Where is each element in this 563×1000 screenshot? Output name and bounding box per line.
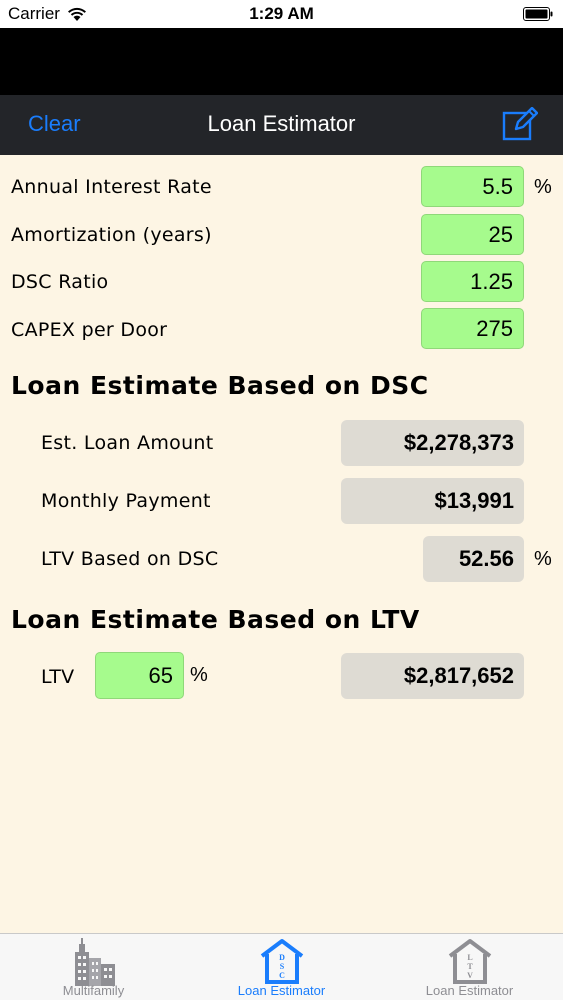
svg-text:C: C [279, 971, 285, 980]
svg-text:S: S [279, 962, 284, 971]
amortization-label: Amortization (years) [11, 224, 212, 246]
dsc-section-title: Loan Estimate Based on DSC [11, 371, 429, 400]
ltv-input[interactable]: 65 [95, 652, 184, 699]
tab-loan-estimator-dsc[interactable]: D S C Loan Estimator [188, 934, 375, 1000]
header-spacer [0, 28, 563, 95]
navigation-bar: Clear Loan Estimator [0, 95, 563, 155]
tab-bar: Multifamily D S C Loan Estimator L T V L… [0, 933, 563, 1000]
building-icon [74, 938, 115, 986]
capex-label: CAPEX per Door [11, 319, 168, 341]
amortization-input[interactable]: 25 [421, 214, 524, 255]
svg-text:T: T [467, 962, 473, 971]
tab-loan-estimator-ltv-label: Loan Estimator [425, 983, 514, 998]
compose-icon[interactable] [502, 107, 538, 141]
interest-rate-label: Annual Interest Rate [11, 176, 212, 198]
tab-loan-estimator-ltv[interactable]: L T V Loan Estimator [376, 934, 563, 1000]
ltv-house-icon: L T V [448, 939, 491, 984]
tab-multifamily[interactable]: Multifamily [0, 934, 187, 1000]
svg-text:V: V [467, 971, 473, 980]
dsc-house-icon: D S C [260, 939, 303, 984]
monthly-payment-label: Monthly Payment [41, 490, 211, 512]
est-loan-amount-label: Est. Loan Amount [41, 432, 214, 454]
ltv-dsc-value: 52.56 [423, 536, 524, 582]
dsc-ratio-input[interactable]: 1.25 [421, 261, 524, 302]
ltv-section-title: Loan Estimate Based on LTV [11, 605, 420, 634]
tab-loan-estimator-dsc-label: Loan Estimator [237, 983, 326, 998]
ltv-unit: % [190, 664, 208, 686]
monthly-payment-value: $13,991 [341, 478, 524, 524]
status-time: 1:29 AM [249, 4, 314, 23]
est-loan-amount-value: $2,278,373 [341, 420, 524, 466]
ltv-label: LTV [41, 666, 75, 688]
dsc-ratio-label: DSC Ratio [11, 271, 109, 293]
interest-rate-unit: % [534, 176, 552, 198]
page-title: Loan Estimator [207, 111, 356, 136]
svg-text:L: L [467, 953, 472, 962]
interest-rate-input[interactable]: 5.5 [421, 166, 524, 207]
status-bar: Carrier 1:29 AM [0, 0, 563, 28]
loan-estimator-screen: Carrier 1:29 AM Clear Loan Estimator Ann… [0, 0, 563, 1000]
battery-icon [523, 7, 553, 21]
ltv-loan-amount-value: $2,817,652 [341, 653, 524, 699]
ltv-dsc-unit: % [534, 548, 552, 570]
capex-input[interactable]: 275 [421, 308, 524, 349]
tab-multifamily-label: Multifamily [62, 983, 125, 998]
ltv-dsc-label: LTV Based on DSC [41, 548, 219, 570]
svg-text:D: D [279, 953, 285, 962]
